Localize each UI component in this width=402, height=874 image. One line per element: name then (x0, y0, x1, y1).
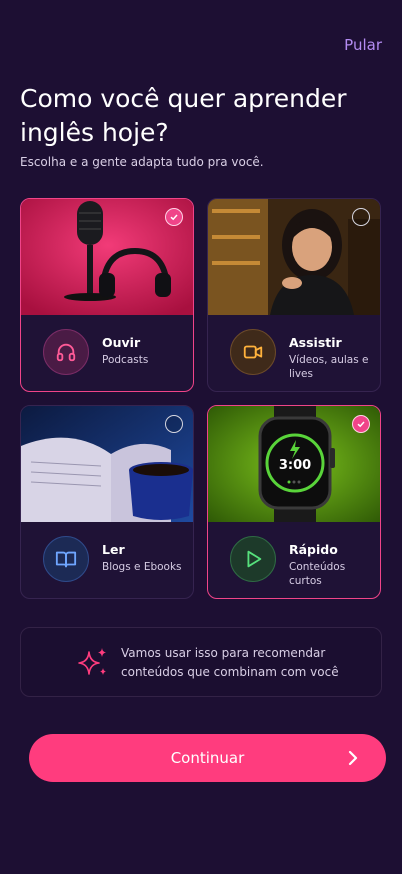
option-card-ler[interactable]: Ler Blogs e Ebooks (20, 405, 194, 599)
continue-button[interactable]: Continuar (29, 734, 386, 782)
option-description: Podcasts (102, 354, 149, 366)
chevron-right-icon (346, 750, 360, 770)
unselected-check-icon (352, 208, 370, 226)
option-description: Vídeos, aulas e lives (289, 354, 369, 380)
continue-label: Continuar (170, 749, 245, 767)
option-title: Assistir (289, 335, 342, 350)
watch-time-label: 3:00 (279, 458, 311, 473)
option-title: Rápido (289, 542, 338, 557)
info-text: Vamos usar isso para recomendar conteúdo… (121, 646, 339, 679)
selected-check-icon (352, 415, 370, 433)
option-card-ouvir[interactable]: Ouvir Podcasts (20, 198, 194, 392)
headphones-icon (43, 329, 89, 375)
unselected-check-icon (165, 415, 183, 433)
page-title: Como você quer aprender inglês hoje? (20, 84, 347, 147)
option-title: Ler (102, 542, 125, 557)
book-icon (43, 536, 89, 582)
option-card-rapido[interactable]: 3:00 Rápido Conteúdos curtos (207, 405, 381, 599)
option-title: Ouvir (102, 335, 141, 350)
page-subtitle: Escolha e a gente adapta tudo pra você. (20, 155, 264, 169)
recommendation-info-box: Vamos usar isso para recomendar conteúdo… (20, 627, 382, 697)
video-camera-icon (230, 329, 276, 375)
option-description: Blogs e Ebooks (102, 561, 182, 573)
option-description: Conteúdos curtos (289, 561, 346, 587)
skip-link[interactable]: Pular (344, 36, 382, 54)
play-icon (230, 536, 276, 582)
sparkles-icon (75, 646, 109, 684)
option-card-assistir[interactable]: Assistir Vídeos, aulas e lives (207, 198, 381, 392)
selected-check-icon (165, 208, 183, 226)
